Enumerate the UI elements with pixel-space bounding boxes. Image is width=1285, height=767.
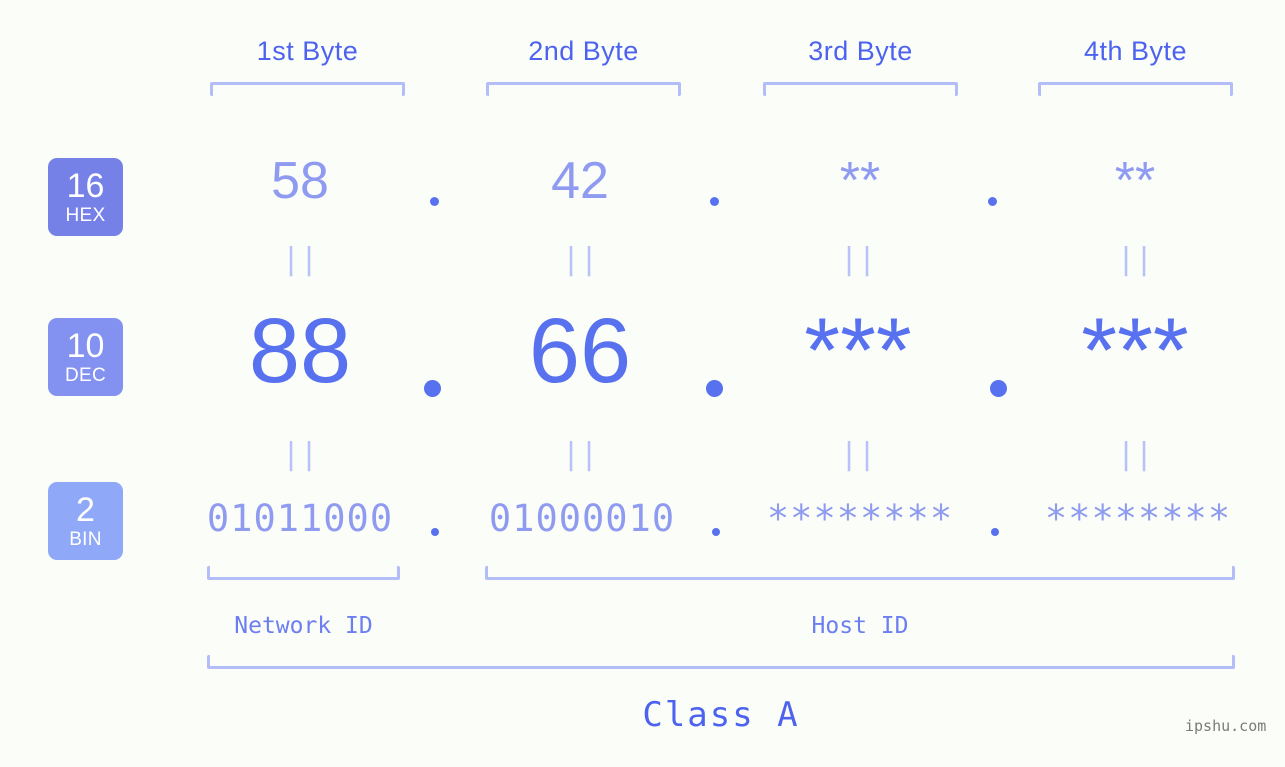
base-badge-dec: 10 DEC xyxy=(48,318,123,396)
equals-mark-hex-dec-2: || xyxy=(561,242,599,277)
base-badge-hex-name: HEX xyxy=(65,205,106,226)
byte-header-3: 3rd Byte xyxy=(808,36,913,66)
dec-separator-3 xyxy=(990,380,1007,397)
equals-mark-dec-bin-4: || xyxy=(1116,437,1154,472)
hex-separator-3 xyxy=(988,197,997,206)
class-bracket xyxy=(207,655,1235,669)
dec-byte-1: 88 xyxy=(248,300,352,402)
equals-mark-hex-dec-1: || xyxy=(281,242,319,277)
network-id-label: Network ID xyxy=(234,613,373,639)
byte-header-1: 1st Byte xyxy=(256,36,359,66)
bin-separator-3 xyxy=(991,528,999,536)
dec-byte-2: 66 xyxy=(528,300,632,402)
base-badge-dec-number: 10 xyxy=(66,327,105,365)
site-watermark: ipshu.com xyxy=(1185,717,1267,735)
byte-bracket-4 xyxy=(1038,82,1233,96)
byte-header-2: 2nd Byte xyxy=(528,36,639,66)
equals-mark-dec-bin-1: || xyxy=(281,437,319,472)
bin-byte-1: 01011000 xyxy=(206,497,394,540)
class-label: Class A xyxy=(642,695,800,735)
dec-byte-3: *** xyxy=(804,300,912,402)
dec-byte-4: *** xyxy=(1081,300,1189,402)
network-id-bracket xyxy=(207,566,400,580)
base-badge-hex: 16 HEX xyxy=(48,158,123,236)
hex-byte-2: 42 xyxy=(551,152,609,210)
host-id-label: Host ID xyxy=(811,613,909,639)
hex-byte-3: ** xyxy=(839,152,881,210)
equals-mark-hex-dec-4: || xyxy=(1116,242,1154,277)
equals-mark-dec-bin-3: || xyxy=(839,437,877,472)
hex-separator-1 xyxy=(430,197,439,206)
base-badge-hex-number: 16 xyxy=(66,167,105,205)
dec-separator-2 xyxy=(706,380,723,397)
equals-mark-hex-dec-3: || xyxy=(839,242,877,277)
byte-bracket-3 xyxy=(763,82,958,96)
base-badge-bin-number: 2 xyxy=(76,491,95,529)
bin-byte-2: 01000010 xyxy=(488,497,676,540)
base-badge-bin: 2 BIN xyxy=(48,482,123,560)
base-badge-bin-name: BIN xyxy=(69,529,102,550)
dec-separator-1 xyxy=(424,380,441,397)
bin-byte-4: ******** xyxy=(1044,497,1232,540)
byte-header-4: 4th Byte xyxy=(1083,36,1188,66)
byte-bracket-2 xyxy=(486,82,681,96)
hex-byte-1: 58 xyxy=(271,152,329,210)
byte-bracket-1 xyxy=(210,82,405,96)
host-id-bracket xyxy=(485,566,1235,580)
hex-byte-4: ** xyxy=(1114,152,1156,210)
equals-mark-dec-bin-2: || xyxy=(561,437,599,472)
bin-byte-3: ******** xyxy=(766,497,954,540)
bin-separator-2 xyxy=(712,528,720,536)
ip-breakdown-diagram: 1st Byte 2nd Byte 3rd Byte 4th Byte 16 H… xyxy=(0,0,1285,767)
base-badge-dec-name: DEC xyxy=(64,365,106,386)
hex-separator-2 xyxy=(710,197,719,206)
bin-separator-1 xyxy=(431,528,439,536)
